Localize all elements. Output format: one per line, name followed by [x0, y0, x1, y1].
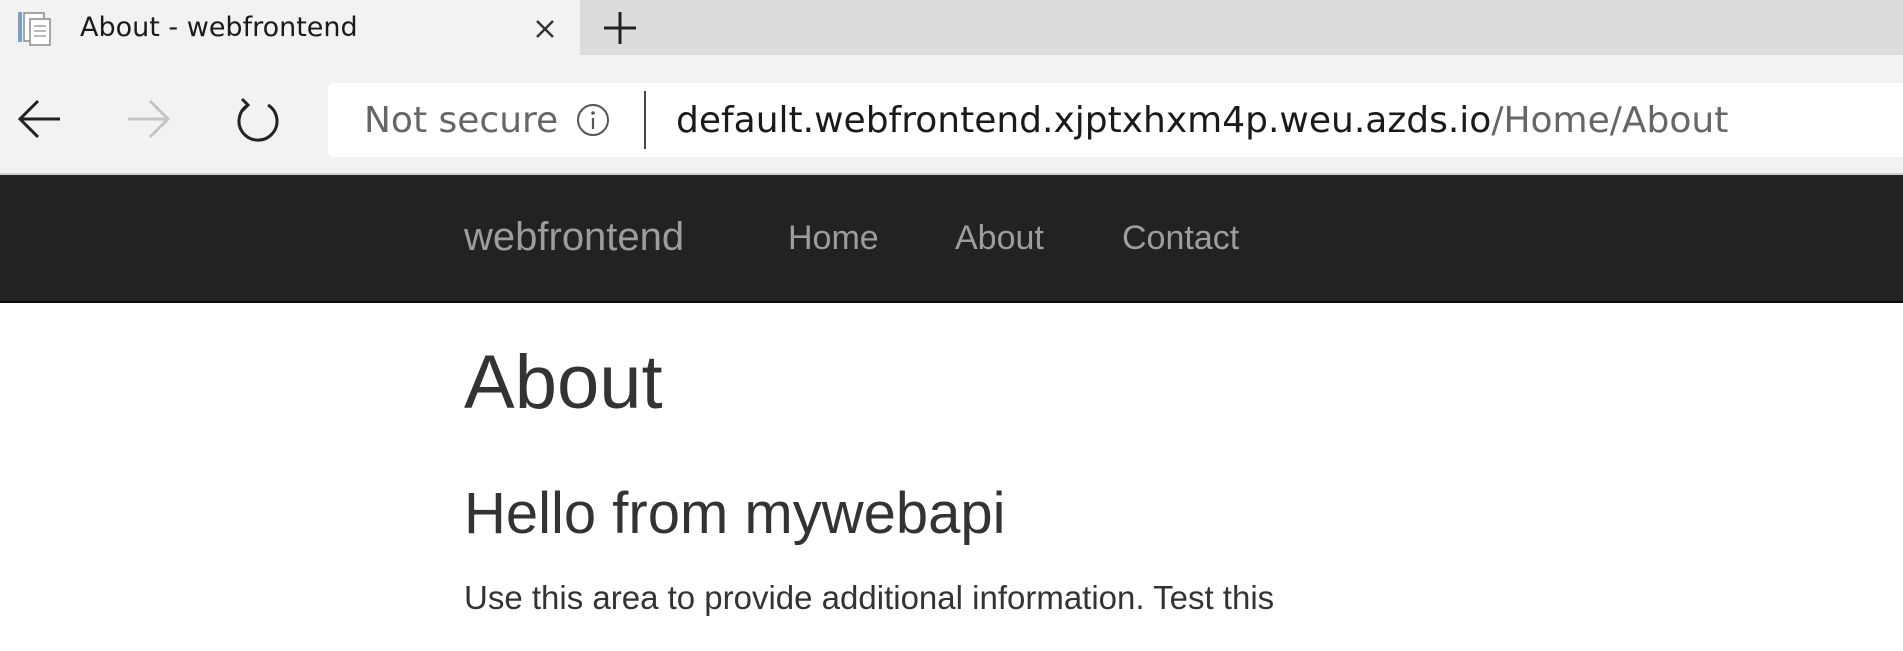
browser-toolbar: Not secure default.webfrontend.xjptxhxm4…: [0, 55, 1903, 175]
browser-window: About - webfrontend Not secure default.w…: [0, 0, 1903, 651]
address-divider: [644, 91, 646, 149]
tab-title: About - webfrontend: [80, 12, 358, 43]
address-bar[interactable]: Not secure default.webfrontend.xjptxhxm4…: [328, 83, 1903, 157]
tab-strip: About - webfrontend: [0, 0, 1903, 57]
message-heading: Hello from mywebapi: [464, 481, 1006, 546]
url-host: default.webfrontend.xjptxhxm4p.weu.azds.…: [676, 100, 1492, 141]
nav-link-contact[interactable]: Contact: [1122, 219, 1239, 258]
browser-tab[interactable]: About - webfrontend: [0, 0, 580, 57]
security-label[interactable]: Not secure: [364, 100, 558, 141]
body-text: Use this area to provide additional info…: [464, 579, 1275, 616]
nav-link-home[interactable]: Home: [788, 219, 879, 258]
url-text[interactable]: default.webfrontend.xjptxhxm4p.weu.azds.…: [676, 100, 1728, 141]
info-icon[interactable]: [575, 102, 611, 138]
brand-link[interactable]: webfrontend: [464, 215, 684, 260]
forward-arrow-icon[interactable]: [124, 95, 172, 143]
page-icon: [18, 12, 51, 46]
page-title: About: [464, 340, 663, 425]
url-path: /Home/About: [1491, 100, 1729, 141]
new-tab-icon[interactable]: [600, 8, 640, 48]
nav-link-about[interactable]: About: [955, 219, 1044, 258]
refresh-icon[interactable]: [234, 95, 282, 143]
site-navbar: webfrontend Home About Contact: [0, 175, 1903, 303]
back-arrow-icon[interactable]: [16, 95, 64, 143]
close-icon[interactable]: [530, 14, 560, 44]
